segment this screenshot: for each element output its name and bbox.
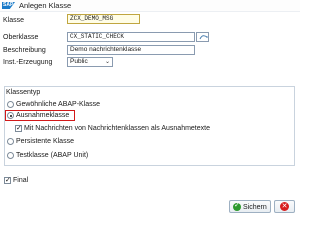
klasse-label: Klasse	[3, 17, 25, 24]
klassentyp-title: Klassentyp	[6, 89, 41, 96]
checkmark-icon	[233, 201, 241, 211]
with-messages-checkbox[interactable]	[15, 124, 22, 132]
window-title: Anlegen Klasse	[19, 1, 72, 10]
inst-erzeugung-label: Inst.-Erzeugung	[3, 59, 53, 66]
klasse-field[interactable]: ZCX_DEMO_MSG	[67, 14, 140, 24]
radio-label: Testklasse (ABAP Unit)	[16, 152, 89, 159]
radio-label: Gewöhnliche ABAP-Klasse	[16, 101, 101, 108]
radio-button[interactable]	[7, 101, 14, 108]
search-help-icon	[199, 35, 208, 40]
radio-label: Persistente Klasse	[16, 138, 74, 145]
inst-erzeugung-value: Public	[70, 58, 88, 65]
beschreibung-label: Beschreibung	[3, 47, 46, 54]
radio-button-selected[interactable]	[7, 112, 14, 119]
inst-erzeugung-select[interactable]: Public ⌄	[67, 57, 113, 67]
cancel-button[interactable]: ✕	[274, 200, 295, 213]
title-bar: SAP Anlegen Klasse	[0, 0, 300, 12]
save-button[interactable]: Sichern	[229, 200, 271, 213]
radio-button[interactable]	[7, 152, 14, 159]
oberklasse-help-button[interactable]	[196, 32, 209, 42]
beschreibung-field[interactable]: Demo nachrichtenklasse	[67, 45, 195, 55]
save-button-label: Sichern	[243, 204, 267, 211]
final-checkbox[interactable]	[4, 176, 11, 184]
with-messages-label: Mit Nachrichten von Nachrichtenklassen a…	[24, 125, 210, 132]
sap-logo-icon: SAP	[2, 2, 15, 9]
final-label: Final	[13, 177, 29, 184]
oberklasse-label: Oberklasse	[3, 34, 39, 41]
chevron-down-icon: ⌄	[104, 59, 110, 65]
radio-label: Ausnahmeklasse	[16, 112, 70, 119]
oberklasse-field[interactable]: CX_STATIC_CHECK	[67, 32, 195, 42]
radio-button[interactable]	[7, 138, 14, 145]
close-icon: ✕	[280, 202, 289, 211]
